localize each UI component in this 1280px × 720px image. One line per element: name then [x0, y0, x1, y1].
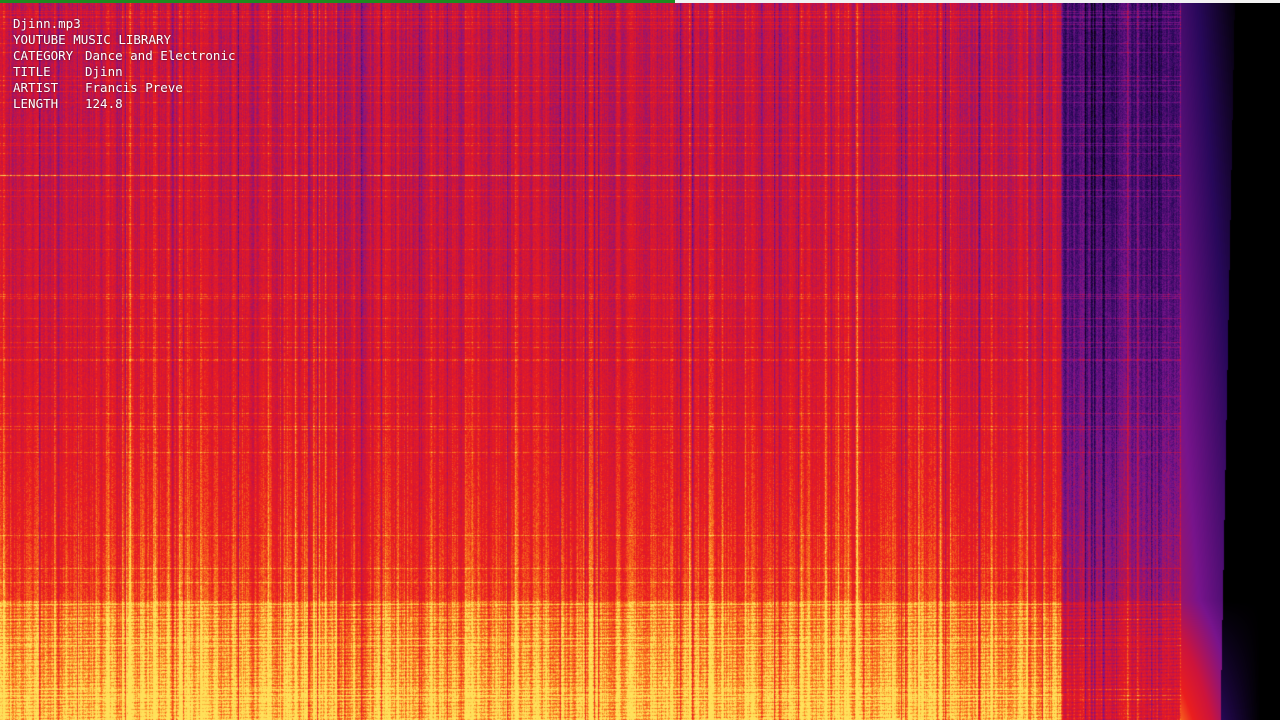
playback-progress-bar[interactable]	[0, 0, 1280, 3]
title-value: Djinn	[85, 64, 123, 79]
track-info-overlay: Djinn.mp3 YOUTUBE MUSIC LIBRARY CATEGORY…	[13, 16, 236, 112]
length-label: LENGTH	[13, 96, 59, 111]
artist-label: ARTIST	[13, 80, 59, 95]
category-row: CATEGORY Dance and Electronic	[13, 48, 236, 64]
category-label: CATEGORY	[13, 48, 74, 63]
artist-row: ARTIST Francis Preve	[13, 80, 236, 96]
category-value: Dance and Electronic	[85, 48, 236, 63]
length-row: LENGTH 124.8	[13, 96, 236, 112]
library-name: YOUTUBE MUSIC LIBRARY	[13, 32, 172, 47]
title-row: TITLE Djinn	[13, 64, 236, 80]
artist-value: Francis Preve	[85, 80, 183, 95]
title-label: TITLE	[13, 64, 51, 79]
playback-progress-fill	[0, 0, 675, 3]
length-value: 124.8	[85, 96, 123, 111]
file-name: Djinn.mp3	[13, 16, 81, 31]
